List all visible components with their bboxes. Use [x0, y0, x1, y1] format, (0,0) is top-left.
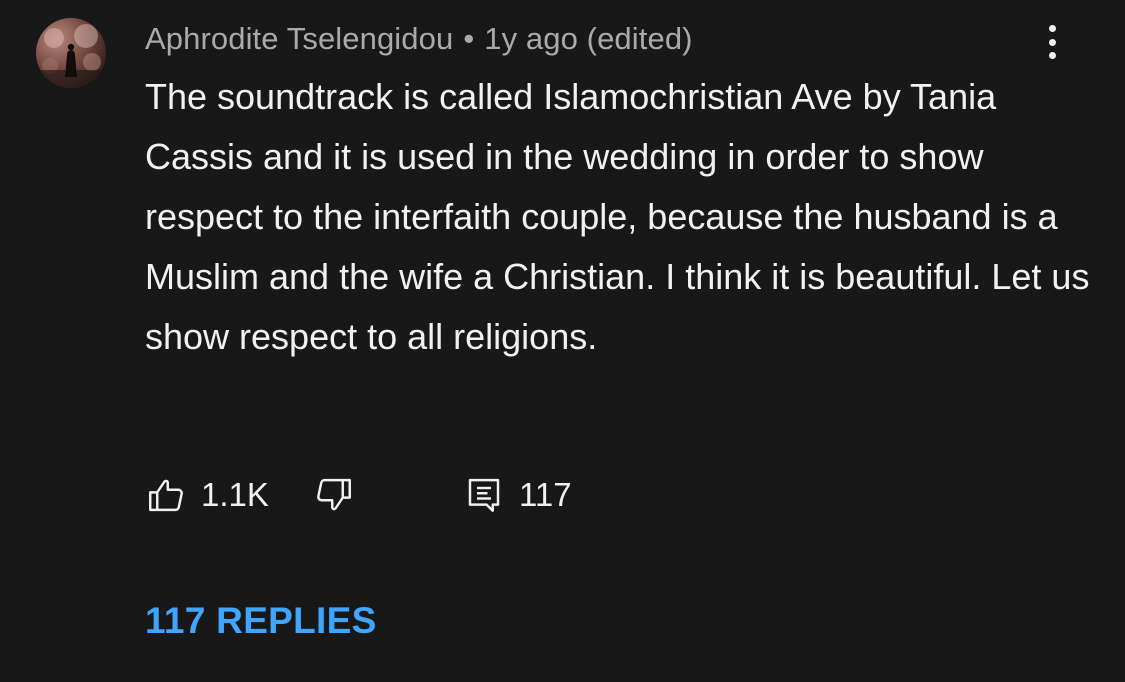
- thumbs-up-icon: [149, 479, 183, 512]
- comment-text: The soundtrack is called Islamochristian…: [145, 76, 1090, 357]
- comment-meta: Aphrodite Tselengidou • 1y ago (edited): [145, 18, 693, 60]
- more-vertical-icon-dot: [1048, 52, 1056, 59]
- like-button[interactable]: 1.1K: [145, 470, 269, 520]
- avatar[interactable]: [36, 18, 106, 88]
- dislike-button[interactable]: [313, 470, 355, 520]
- more-vertical-icon-dot: [1048, 38, 1056, 46]
- like-count: 1.1K: [201, 476, 269, 513]
- more-options-button[interactable]: [1034, 22, 1070, 62]
- comment-thread: Aphrodite Tselengidou • 1y ago (edited) Th…: [0, 0, 1125, 682]
- avatar-image: [36, 24, 106, 88]
- comment-icon: [468, 478, 500, 512]
- reply-count: 117: [519, 476, 572, 513]
- more-vertical-icon: [1048, 25, 1056, 32]
- thumbs-down-icon: [317, 478, 351, 511]
- reply-button[interactable]: 117: [463, 470, 572, 520]
- view-replies-button[interactable]: 117 REPLIES: [145, 596, 377, 646]
- comment-timestamp: 1y ago (edited): [484, 21, 693, 56]
- meta-separator: •: [463, 21, 475, 56]
- author-name[interactable]: Aphrodite Tselengidou: [145, 21, 453, 56]
- comment-actions: 1.1K 117: [145, 470, 645, 520]
